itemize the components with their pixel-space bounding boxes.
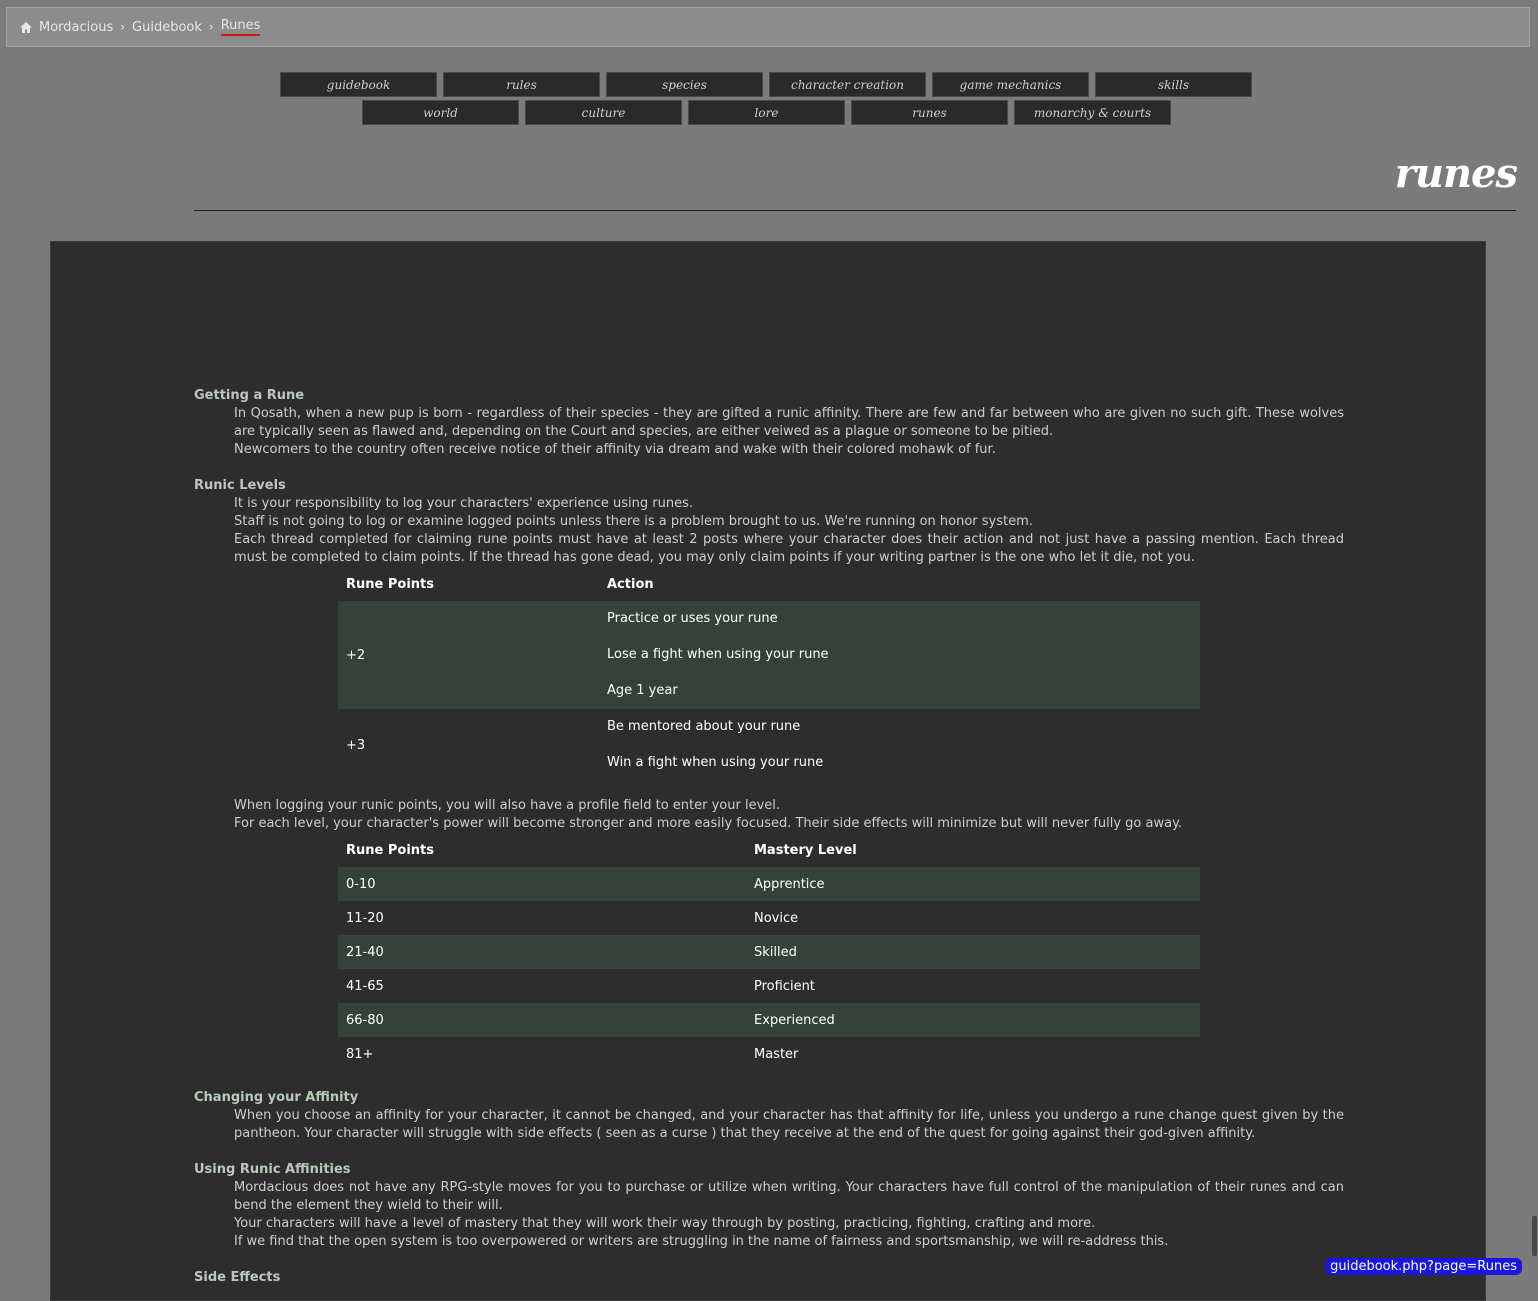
points-cell: 11-20 bbox=[346, 910, 384, 926]
table-row: +2 Practice or uses your rune Lose a fig… bbox=[338, 601, 1200, 709]
breadcrumb-current: Runes bbox=[220, 18, 261, 36]
points-cell: 66-80 bbox=[338, 1003, 746, 1037]
section-heading-runic-levels: Runic Levels bbox=[194, 478, 286, 493]
paragraph: It is your responsibility to log your ch… bbox=[234, 496, 693, 511]
paragraph: In Qosath, when a new pup is born - rega… bbox=[234, 406, 1344, 439]
actions-cell: Be mentored about your rune Win a fight … bbox=[599, 709, 1200, 781]
chevron-right-icon: › bbox=[120, 20, 126, 34]
breadcrumb-link-mordacious[interactable]: Mordacious bbox=[39, 20, 113, 35]
status-url-badge: guidebook.php?page=Runes bbox=[1325, 1258, 1522, 1275]
paragraph: Your characters will have a level of mas… bbox=[234, 1216, 1096, 1231]
action-item: Lose a fight when using your rune bbox=[607, 647, 829, 662]
nav-culture[interactable]: culture bbox=[525, 100, 682, 125]
table-row: 41-65 Proficient bbox=[338, 969, 1200, 1003]
nav-row-1: guidebook rules species character creati… bbox=[280, 72, 1252, 97]
points-cell: 81+ bbox=[346, 1046, 374, 1062]
paragraph: Each thread completed for claiming rune … bbox=[234, 532, 1344, 565]
points-cell: +2 bbox=[338, 601, 599, 709]
paragraph: Staff is not going to log or examine log… bbox=[234, 514, 1033, 529]
scrollbar-thumb[interactable] bbox=[1532, 1216, 1537, 1256]
paragraph: Mordacious does not have any RPG-style m… bbox=[234, 1180, 1344, 1213]
level-cell: Master bbox=[754, 1046, 799, 1062]
home-icon[interactable] bbox=[19, 21, 33, 34]
nav-lore[interactable]: lore bbox=[688, 100, 845, 125]
nav-monarchy-courts[interactable]: monarchy & courts bbox=[1014, 100, 1171, 125]
section-heading-using-affinities: Using Runic Affinities bbox=[194, 1162, 351, 1177]
level-cell: Skilled bbox=[746, 935, 1200, 969]
points-cell: 21-40 bbox=[338, 935, 746, 969]
nav-skills[interactable]: skills bbox=[1095, 72, 1252, 97]
column-header: Mastery Level bbox=[754, 842, 857, 858]
column-header: Rune Points bbox=[346, 842, 434, 858]
nav-character-creation[interactable]: character creation bbox=[769, 72, 926, 97]
points-cell: +3 bbox=[346, 737, 366, 753]
points-cell: 0-10 bbox=[338, 867, 746, 901]
table-row: +3 Be mentored about your rune Win a fig… bbox=[338, 709, 1200, 781]
section-heading-changing-affinity: Changing your Affinity bbox=[194, 1090, 359, 1105]
table-row: 21-40 Skilled bbox=[338, 935, 1200, 969]
action-item: Practice or uses your rune bbox=[607, 611, 778, 626]
breadcrumb: Mordacious › Guidebook › Runes bbox=[6, 7, 1530, 47]
level-cell: Novice bbox=[754, 910, 799, 926]
paragraph: Newcomers to the country often receive n… bbox=[234, 442, 996, 457]
table-row: 81+ Master bbox=[338, 1037, 1200, 1071]
level-cell: Apprentice bbox=[746, 867, 1200, 901]
nav-runes[interactable]: runes bbox=[851, 100, 1008, 125]
paragraph: If we find that the open system is too o… bbox=[234, 1234, 1169, 1249]
paragraph: For each level, your character's power w… bbox=[234, 816, 1183, 831]
nav-world[interactable]: world bbox=[362, 100, 519, 125]
nav-guidebook[interactable]: guidebook bbox=[280, 72, 437, 97]
nav-rules[interactable]: rules bbox=[443, 72, 600, 97]
page-title: runes bbox=[1394, 150, 1518, 197]
paragraph: When you choose an affinity for your cha… bbox=[234, 1108, 1344, 1141]
column-header: Action bbox=[607, 576, 654, 592]
action-item: Age 1 year bbox=[607, 683, 678, 698]
nav-row-2: world culture lore runes monarchy & cour… bbox=[362, 100, 1171, 125]
column-header: Rune Points bbox=[346, 576, 434, 592]
title-divider bbox=[194, 210, 1516, 211]
action-item: Be mentored about your rune bbox=[607, 719, 801, 734]
level-cell: Experienced bbox=[746, 1003, 1200, 1037]
table-row: 0-10 Apprentice bbox=[338, 867, 1200, 901]
table-row: 66-80 Experienced bbox=[338, 1003, 1200, 1037]
actions-cell: Practice or uses your rune Lose a fight … bbox=[599, 601, 1200, 709]
chevron-right-icon: › bbox=[208, 20, 214, 34]
content-panel: Getting a Rune In Qosath, when a new pup… bbox=[50, 241, 1486, 1301]
table-row: 11-20 Novice bbox=[338, 901, 1200, 935]
action-item: Win a fight when using your rune bbox=[607, 755, 824, 770]
nav-species[interactable]: species bbox=[606, 72, 763, 97]
guide-content: Getting a Rune In Qosath, when a new pup… bbox=[194, 387, 1344, 1287]
section-heading-side-effects: Side Effects bbox=[194, 1270, 281, 1285]
breadcrumb-link-guidebook[interactable]: Guidebook bbox=[132, 20, 202, 35]
points-cell: 41-65 bbox=[346, 978, 384, 994]
rune-points-table: Rune Points Action +2 Practice or uses y… bbox=[338, 567, 1200, 781]
nav-game-mechanics[interactable]: game mechanics bbox=[932, 72, 1089, 97]
section-heading-getting-rune: Getting a Rune bbox=[194, 388, 305, 403]
level-cell: Proficient bbox=[754, 978, 815, 994]
paragraph: When logging your runic points, you will… bbox=[234, 798, 780, 813]
mastery-level-table: Rune Points Mastery Level 0-10 Apprentic… bbox=[338, 833, 1200, 1071]
